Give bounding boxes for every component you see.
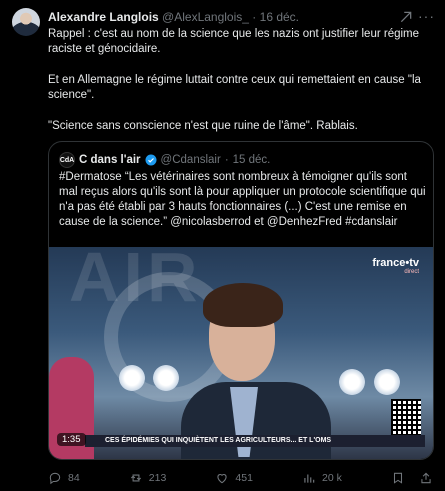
channel-sub: direct (404, 269, 419, 275)
share-icon (421, 472, 431, 484)
quoted-author-handle[interactable]: @Cdanslair (161, 154, 221, 166)
video-player[interactable]: AIR france•tv direct CES ÉPIDÉMIES QUI I… (49, 247, 433, 459)
tweet-actions: 84 213 451 20 k (48, 470, 433, 486)
repost-button[interactable]: 213 (129, 471, 167, 485)
quoted-tweet-header: CdA C dans l'air @Cdanslair · 15 déc. (59, 152, 270, 168)
author-handle[interactable]: @AlexLanglois_ (162, 10, 249, 24)
more-icon[interactable]: ··· (418, 8, 435, 24)
quoted-tweet[interactable]: CdA C dans l'air @Cdanslair · 15 déc. #D… (48, 141, 434, 460)
quoted-separator: · (224, 154, 229, 166)
reply-icon (49, 472, 61, 485)
author-name[interactable]: Alexandre Langlois (48, 10, 159, 24)
channel-logo: france•tv direct (372, 257, 419, 275)
studio-light (374, 369, 400, 395)
share-button[interactable] (419, 471, 433, 485)
separator: · (252, 10, 257, 24)
like-icon (217, 474, 228, 484)
bookmark-button[interactable] (391, 471, 405, 485)
qr-code (391, 399, 421, 435)
news-ticker: CES ÉPIDÉMIES QUI INQUIÈTENT LES AGRICUL… (85, 435, 425, 447)
reply-count: 84 (68, 472, 80, 484)
like-button[interactable]: 451 (215, 471, 253, 485)
grok-icon[interactable] (399, 10, 413, 24)
repost-icon (130, 474, 141, 482)
studio-light (153, 365, 179, 391)
tweet-text-p3: "Science sans conscience n'est que ruine… (48, 120, 358, 132)
like-count: 451 (235, 472, 253, 484)
quoted-author-name[interactable]: C dans l'air (79, 154, 141, 166)
views-count: 20 k (322, 472, 342, 484)
repost-count: 213 (148, 472, 167, 484)
reply-button[interactable]: 84 (48, 471, 80, 485)
bookmark-icon (393, 472, 403, 484)
verified-icon (145, 154, 157, 166)
studio-light (119, 365, 145, 391)
views-button[interactable]: 20 k (302, 471, 342, 485)
quoted-author-avatar[interactable]: CdA (59, 152, 75, 168)
views-icon (304, 474, 315, 483)
studio-light (339, 369, 365, 395)
tweet-date[interactable]: 16 déc. (260, 10, 299, 24)
quoted-tweet-text: #Dermatose “Les vétérinaires sont nombre… (59, 171, 426, 228)
speaker-hair (203, 283, 283, 327)
tweet-header: Alexandre Langlois @AlexLanglois_ · 16 d… (48, 10, 405, 24)
author-avatar[interactable] (12, 8, 40, 36)
tweet-text-p2: Et en Allemagne le régime luttait contre… (48, 74, 421, 101)
channel-name: france•tv (372, 257, 419, 269)
quoted-date[interactable]: 15 déc. (233, 154, 271, 166)
tweet-text-p1: Rappel : c'est au nom de la science que … (48, 28, 420, 55)
video-duration: 1:35 (57, 433, 86, 446)
